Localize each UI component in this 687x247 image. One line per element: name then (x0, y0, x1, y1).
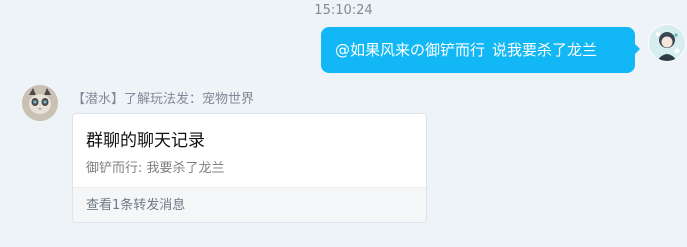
mention-text[interactable]: @如果风来の御铲而行 (335, 41, 485, 59)
outgoing-message-bubble[interactable]: @如果风来の御铲而行 说我要杀了龙兰 (321, 27, 640, 73)
sender-nickname: 了解玩法发：宠物世界 (124, 92, 255, 107)
forwarded-chat-card[interactable]: 群聊的聊天记录 御铲而行: 我要杀了龙兰 查看1条转发消息 (72, 113, 427, 223)
sender-avatar[interactable] (22, 85, 58, 121)
card-title: 群聊的聊天记录 (86, 131, 205, 151)
message-text: 说我要杀了龙兰 (492, 41, 598, 59)
card-preview-line: 御铲而行: 我要杀了龙兰 (86, 161, 225, 176)
view-forwarded-link[interactable]: 查看1条转发消息 (73, 187, 426, 222)
anime-avatar-icon (649, 25, 685, 61)
message-timestamp: 15:10:24 (314, 3, 373, 18)
member-title-tag: 【潜水】 (72, 92, 125, 107)
self-avatar[interactable] (648, 24, 686, 62)
sender-name[interactable]: 【潜水】了解玩法发：宠物世界 (72, 88, 254, 107)
cat-avatar-icon (22, 85, 58, 121)
